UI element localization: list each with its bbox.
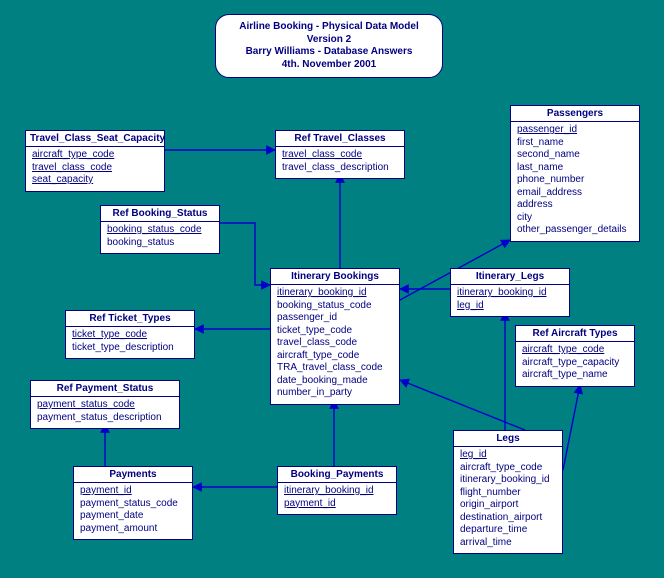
column: number_in_party (277, 387, 393, 400)
title-line1: Airline Booking - Physical Data Model (224, 21, 434, 34)
column: travel_class_code (282, 149, 398, 162)
entity-header: Travel_Class_Seat_Capacity (26, 131, 164, 147)
entity-columns: travel_class_codetravel_class_descriptio… (276, 147, 404, 178)
entity-columns: aircraft_type_codetravel_class_codeseat_… (26, 147, 164, 191)
column: second_name (517, 149, 633, 162)
entity-header: Itinerary_Legs (451, 269, 569, 285)
column: TRA_travel_class_code (277, 362, 393, 375)
column: itinerary_booking_id (460, 474, 556, 487)
column: payment_amount (80, 523, 186, 536)
entity-header: Booking_Payments (278, 467, 396, 483)
column: flight_number (460, 487, 556, 500)
entity-columns: payment_idpayment_status_codepayment_dat… (74, 483, 192, 539)
entity-ref-payment-status: Ref Payment_Statuspayment_status_codepay… (30, 380, 180, 429)
entity-header: Ref Aircraft Types (516, 326, 634, 342)
column: payment_date (80, 510, 186, 523)
column: date_booking_made (277, 375, 393, 388)
entity-columns: itinerary_booking_idleg_id (451, 285, 569, 316)
entity-header: Ref Ticket_Types (66, 311, 194, 327)
entity-header: Passengers (511, 106, 639, 122)
diagram-title: Airline Booking - Physical Data Model Ve… (215, 14, 443, 78)
entity-itinerary-legs: Itinerary_Legsitinerary_booking_idleg_id (450, 268, 570, 317)
entity-columns: itinerary_booking_idbooking_status_codep… (271, 285, 399, 404)
column: payment_id (80, 485, 186, 498)
column: booking_status_code (107, 224, 213, 237)
entity-header: Payments (74, 467, 192, 483)
column: seat_capacity (32, 174, 158, 187)
title-line4: 4th. November 2001 (224, 59, 434, 72)
entity-ref-travel-classes: Ref Travel_Classestravel_class_codetrave… (275, 130, 405, 179)
column: payment_status_code (80, 498, 186, 511)
erd-canvas: Airline Booking - Physical Data Model Ve… (0, 0, 664, 578)
column: aircraft_type_code (32, 149, 158, 162)
column: payment_status_code (37, 399, 173, 412)
column: first_name (517, 137, 633, 150)
entity-travel-class-seat-capacity: Travel_Class_Seat_Capacityaircraft_type_… (25, 130, 165, 192)
entity-columns: ticket_type_codeticket_type_description (66, 327, 194, 358)
column: passenger_id (517, 124, 633, 137)
column: itinerary_booking_id (284, 485, 390, 498)
column: aircraft_type_code (522, 344, 628, 357)
column: aircraft_type_code (460, 462, 556, 475)
column: departure_time (460, 524, 556, 537)
column: origin_airport (460, 499, 556, 512)
entity-legs: Legsleg_idaircraft_type_codeitinerary_bo… (453, 430, 563, 554)
column: last_name (517, 162, 633, 175)
column: email_address (517, 187, 633, 200)
column: phone_number (517, 174, 633, 187)
entity-booking-payments: Booking_Paymentsitinerary_booking_idpaym… (277, 466, 397, 515)
column: address (517, 199, 633, 212)
column: payment_status_description (37, 412, 173, 425)
column: leg_id (457, 300, 563, 313)
column: ticket_type_code (277, 325, 393, 338)
entity-columns: itinerary_booking_idpayment_id (278, 483, 396, 514)
column: ticket_type_code (72, 329, 188, 342)
column: itinerary_booking_id (457, 287, 563, 300)
entity-columns: leg_idaircraft_type_codeitinerary_bookin… (454, 447, 562, 553)
column: booking_status (107, 237, 213, 250)
entity-header: Legs (454, 431, 562, 447)
entity-ref-aircraft-types: Ref Aircraft Typesaircraft_type_codeairc… (515, 325, 635, 387)
entity-itinerary-bookings: Itinerary Bookingsitinerary_booking_idbo… (270, 268, 400, 405)
title-line3: Barry Williams - Database Answers (224, 46, 434, 59)
entity-columns: aircraft_type_codeaircraft_type_capacity… (516, 342, 634, 386)
title-line2: Version 2 (224, 34, 434, 47)
entity-header: Itinerary Bookings (271, 269, 399, 285)
column: travel_class_code (32, 162, 158, 175)
column: passenger_id (277, 312, 393, 325)
column: destination_airport (460, 512, 556, 525)
entity-columns: passenger_idfirst_namesecond_namelast_na… (511, 122, 639, 241)
entity-columns: payment_status_codepayment_status_descri… (31, 397, 179, 428)
column: city (517, 212, 633, 225)
entity-payments: Paymentspayment_idpayment_status_codepay… (73, 466, 193, 540)
entity-header: Ref Payment_Status (31, 381, 179, 397)
column: booking_status_code (277, 300, 393, 313)
column: aircraft_type_capacity (522, 357, 628, 370)
entity-passengers: Passengerspassenger_idfirst_namesecond_n… (510, 105, 640, 242)
entity-columns: booking_status_codebooking_status (101, 222, 219, 253)
column: ticket_type_description (72, 342, 188, 355)
column: leg_id (460, 449, 556, 462)
column: arrival_time (460, 537, 556, 550)
column: other_passenger_details (517, 224, 633, 237)
entity-header: Ref Travel_Classes (276, 131, 404, 147)
entity-ref-booking-status: Ref Booking_Statusbooking_status_codeboo… (100, 205, 220, 254)
column: travel_class_description (282, 162, 398, 175)
entity-header: Ref Booking_Status (101, 206, 219, 222)
entity-ref-ticket-types: Ref Ticket_Typesticket_type_codeticket_t… (65, 310, 195, 359)
column: travel_class_code (277, 337, 393, 350)
column: aircraft_type_name (522, 369, 628, 382)
column: payment_id (284, 498, 390, 511)
column: aircraft_type_code (277, 350, 393, 363)
column: itinerary_booking_id (277, 287, 393, 300)
